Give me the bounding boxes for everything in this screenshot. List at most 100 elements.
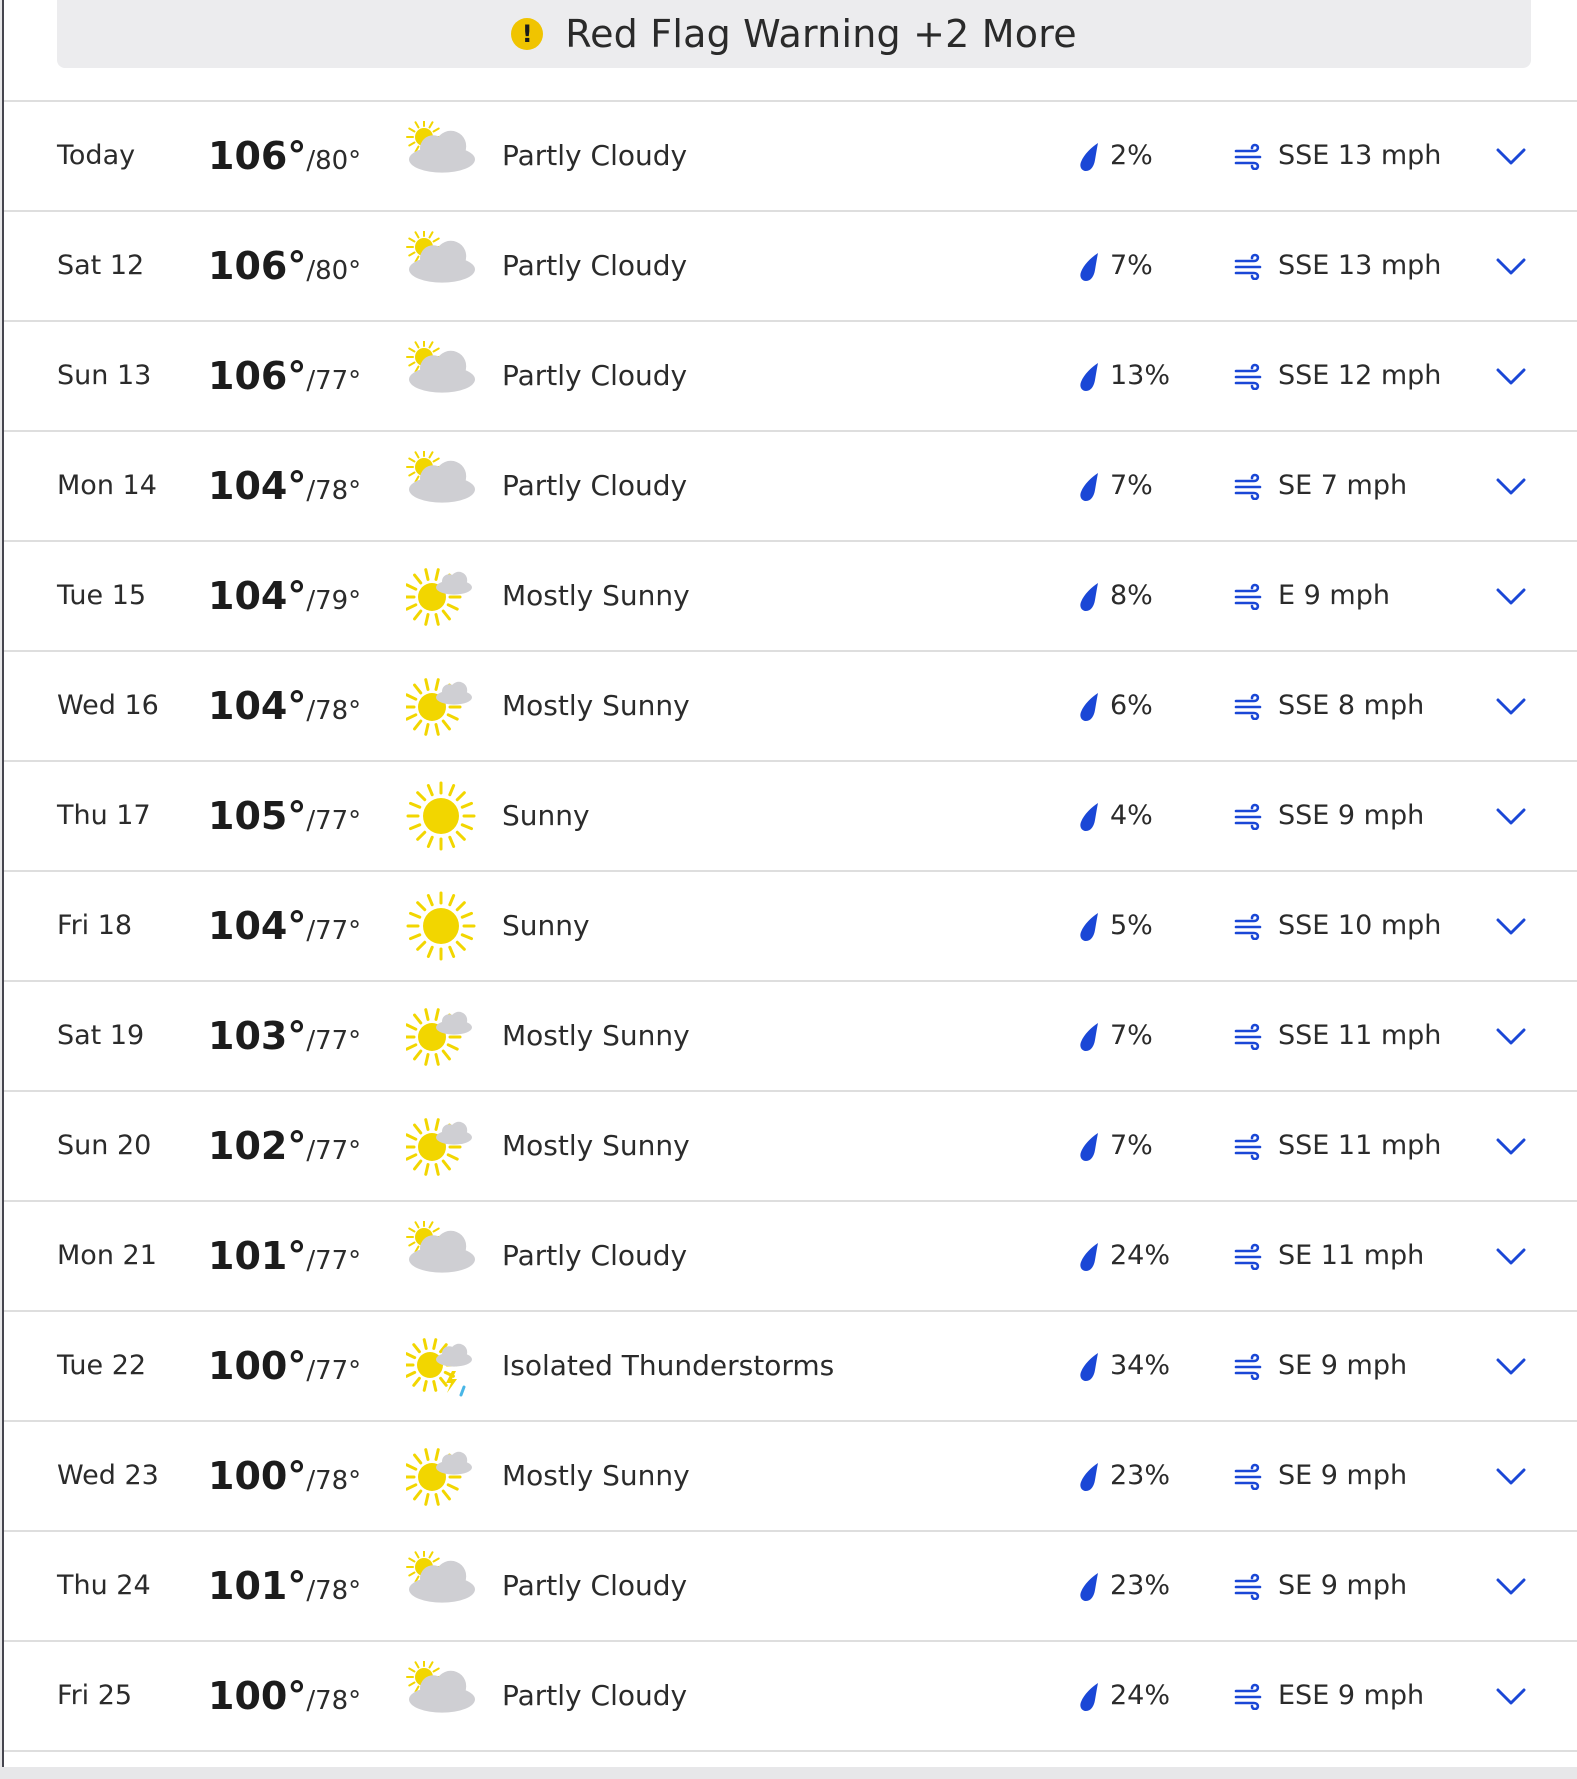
condition-text: Partly Cloudy xyxy=(502,1679,688,1712)
forecast-row[interactable]: Thu 17 105°/77° Sunny 4% SSE 9 mph xyxy=(4,762,1577,872)
high-temp: 100° xyxy=(208,1344,307,1388)
precip-chance: 8% xyxy=(1110,580,1153,611)
condition-text: Mostly Sunny xyxy=(502,1129,690,1162)
low-temp: /80° xyxy=(306,256,362,286)
wind-speed: SE 9 mph xyxy=(1278,1570,1408,1601)
forecast-row[interactable]: Sat 19 103°/77° Mostly Sunny 7% SSE 11 mph xyxy=(4,982,1577,1092)
high-temp: 105° xyxy=(208,794,307,838)
low-temp: /77° xyxy=(306,1246,362,1276)
raindrop-icon xyxy=(1080,1683,1098,1711)
page: ! Red Flag Warning +2 More Today 106°/80°… xyxy=(0,0,1577,1779)
chevron-down-icon[interactable] xyxy=(1494,582,1528,610)
condition-text: Partly Cloudy xyxy=(502,469,688,502)
condition-text: Sunny xyxy=(502,799,590,832)
chevron-down-icon[interactable] xyxy=(1494,1682,1528,1710)
low-temp: /78° xyxy=(306,476,362,506)
chevron-down-icon[interactable] xyxy=(1494,802,1528,830)
chevron-down-icon[interactable] xyxy=(1494,252,1528,280)
chevron-down-icon[interactable] xyxy=(1494,362,1528,390)
precip-chance: 23% xyxy=(1110,1570,1171,1601)
wind-icon xyxy=(1234,253,1262,280)
wind-icon xyxy=(1234,803,1262,830)
forecast-row[interactable]: Sun 13 106°/77° Partly Cloudy 13% SSE 12 mph xyxy=(4,322,1577,432)
precip-chance: 4% xyxy=(1110,800,1153,831)
temperature-range: 105°/77° xyxy=(208,762,361,878)
chevron-down-icon[interactable] xyxy=(1494,912,1528,940)
condition-text: Mostly Sunny xyxy=(502,579,690,612)
partly-cloudy-icon xyxy=(406,1661,475,1713)
chevron-down-icon[interactable] xyxy=(1494,1132,1528,1160)
chevron-down-icon[interactable] xyxy=(1494,472,1528,500)
wind-speed: ESE 9 mph xyxy=(1278,1680,1425,1711)
forecast-row[interactable]: Sun 20 102°/77° Mostly Sunny 7% SSE 11 mph xyxy=(4,1092,1577,1202)
chevron-down-icon[interactable] xyxy=(1494,1572,1528,1600)
forecast-day: Sat 19 xyxy=(57,1020,145,1051)
forecast-row[interactable]: Wed 23 100°/78° Mostly Sunny 23% SE 9 mph xyxy=(4,1422,1577,1532)
temperature-range: 100°/77° xyxy=(208,1312,361,1428)
forecast-row[interactable]: Mon 21 101°/77° Partly Cloudy 24% SE 11 mph xyxy=(4,1202,1577,1312)
low-temp: /77° xyxy=(306,806,362,836)
forecast-day: Mon 21 xyxy=(57,1240,157,1271)
temperature-range: 101°/77° xyxy=(208,1202,361,1318)
low-temp: /77° xyxy=(306,1356,362,1386)
precip-chance: 2% xyxy=(1110,140,1153,171)
chevron-down-icon[interactable] xyxy=(1494,692,1528,720)
raindrop-icon xyxy=(1080,1463,1098,1491)
wind-speed: SSE 8 mph xyxy=(1278,690,1425,721)
raindrop-icon xyxy=(1080,363,1098,391)
isolated-thunderstorms-icon xyxy=(406,1338,472,1397)
raindrop-icon xyxy=(1080,1133,1098,1161)
precip-chance: 7% xyxy=(1110,250,1153,281)
wind-icon xyxy=(1234,1573,1262,1600)
raindrop-icon xyxy=(1080,1023,1098,1051)
forecast-row[interactable]: Wed 16 104°/78° Mostly Sunny 6% SSE 8 mph xyxy=(4,652,1577,762)
low-temp: /77° xyxy=(306,1026,362,1056)
high-temp: 100° xyxy=(208,1454,307,1498)
wind-speed: SSE 13 mph xyxy=(1278,250,1442,281)
forecast-row[interactable]: Sat 12 106°/80° Partly Cloudy 7% SSE 13 mph xyxy=(4,212,1577,322)
mostly-sunny-icon xyxy=(406,678,472,736)
wind-speed: SSE 9 mph xyxy=(1278,800,1425,831)
raindrop-icon xyxy=(1080,583,1098,611)
precip-chance: 7% xyxy=(1110,470,1153,501)
forecast-list: Today 106°/80° Partly Cloudy 2% SSE 13 mph Sa… xyxy=(4,100,1577,1752)
low-temp: /78° xyxy=(306,1466,362,1496)
chevron-down-icon[interactable] xyxy=(1494,142,1528,170)
chevron-down-icon[interactable] xyxy=(1494,1352,1528,1380)
wind-speed: SSE 13 mph xyxy=(1278,140,1442,171)
wind-speed: SSE 12 mph xyxy=(1278,360,1442,391)
forecast-row[interactable]: Tue 15 104°/79° Mostly Sunny 8% E 9 mph xyxy=(4,542,1577,652)
wind-icon xyxy=(1234,693,1262,720)
forecast-day: Wed 23 xyxy=(57,1460,159,1491)
forecast-row[interactable]: Thu 24 101°/78° Partly Cloudy 23% SE 9 mph xyxy=(4,1532,1577,1642)
chevron-down-icon[interactable] xyxy=(1494,1242,1528,1270)
wind-speed: SE 7 mph xyxy=(1278,470,1408,501)
forecast-day: Sun 13 xyxy=(57,360,152,391)
wind-icon xyxy=(1234,473,1262,500)
chevron-down-icon[interactable] xyxy=(1494,1022,1528,1050)
forecast-row[interactable]: Fri 25 100°/78° Partly Cloudy 24% ESE 9 mph xyxy=(4,1642,1577,1752)
forecast-day: Tue 15 xyxy=(57,580,147,611)
forecast-row[interactable]: Tue 22 100°/77° Isolated Thunderstorms 34% S… xyxy=(4,1312,1577,1422)
high-temp: 101° xyxy=(208,1234,307,1278)
weather-alert-banner[interactable]: ! Red Flag Warning +2 More xyxy=(57,0,1531,68)
condition-text: Partly Cloudy xyxy=(502,359,688,392)
forecast-day: Wed 16 xyxy=(57,690,159,721)
raindrop-icon xyxy=(1080,1243,1098,1271)
high-temp: 104° xyxy=(208,684,307,728)
forecast-row[interactable]: Today 106°/80° Partly Cloudy 2% SSE 13 mph xyxy=(4,102,1577,212)
high-temp: 106° xyxy=(208,134,307,178)
chevron-down-icon[interactable] xyxy=(1494,1462,1528,1490)
condition-text: Partly Cloudy xyxy=(502,139,688,172)
wind-speed: SSE 10 mph xyxy=(1278,910,1442,941)
high-temp: 104° xyxy=(208,904,307,948)
high-temp: 104° xyxy=(208,464,307,508)
forecast-row[interactable]: Fri 18 104°/77° Sunny 5% SSE 10 mph xyxy=(4,872,1577,982)
forecast-row[interactable]: Mon 14 104°/78° Partly Cloudy 7% SE 7 mph xyxy=(4,432,1577,542)
partly-cloudy-icon xyxy=(406,341,475,393)
forecast-day: Thu 17 xyxy=(57,800,151,831)
forecast-day: Tue 22 xyxy=(57,1350,147,1381)
low-temp: /80° xyxy=(306,146,362,176)
high-temp: 103° xyxy=(208,1014,307,1058)
wind-icon xyxy=(1234,913,1262,940)
